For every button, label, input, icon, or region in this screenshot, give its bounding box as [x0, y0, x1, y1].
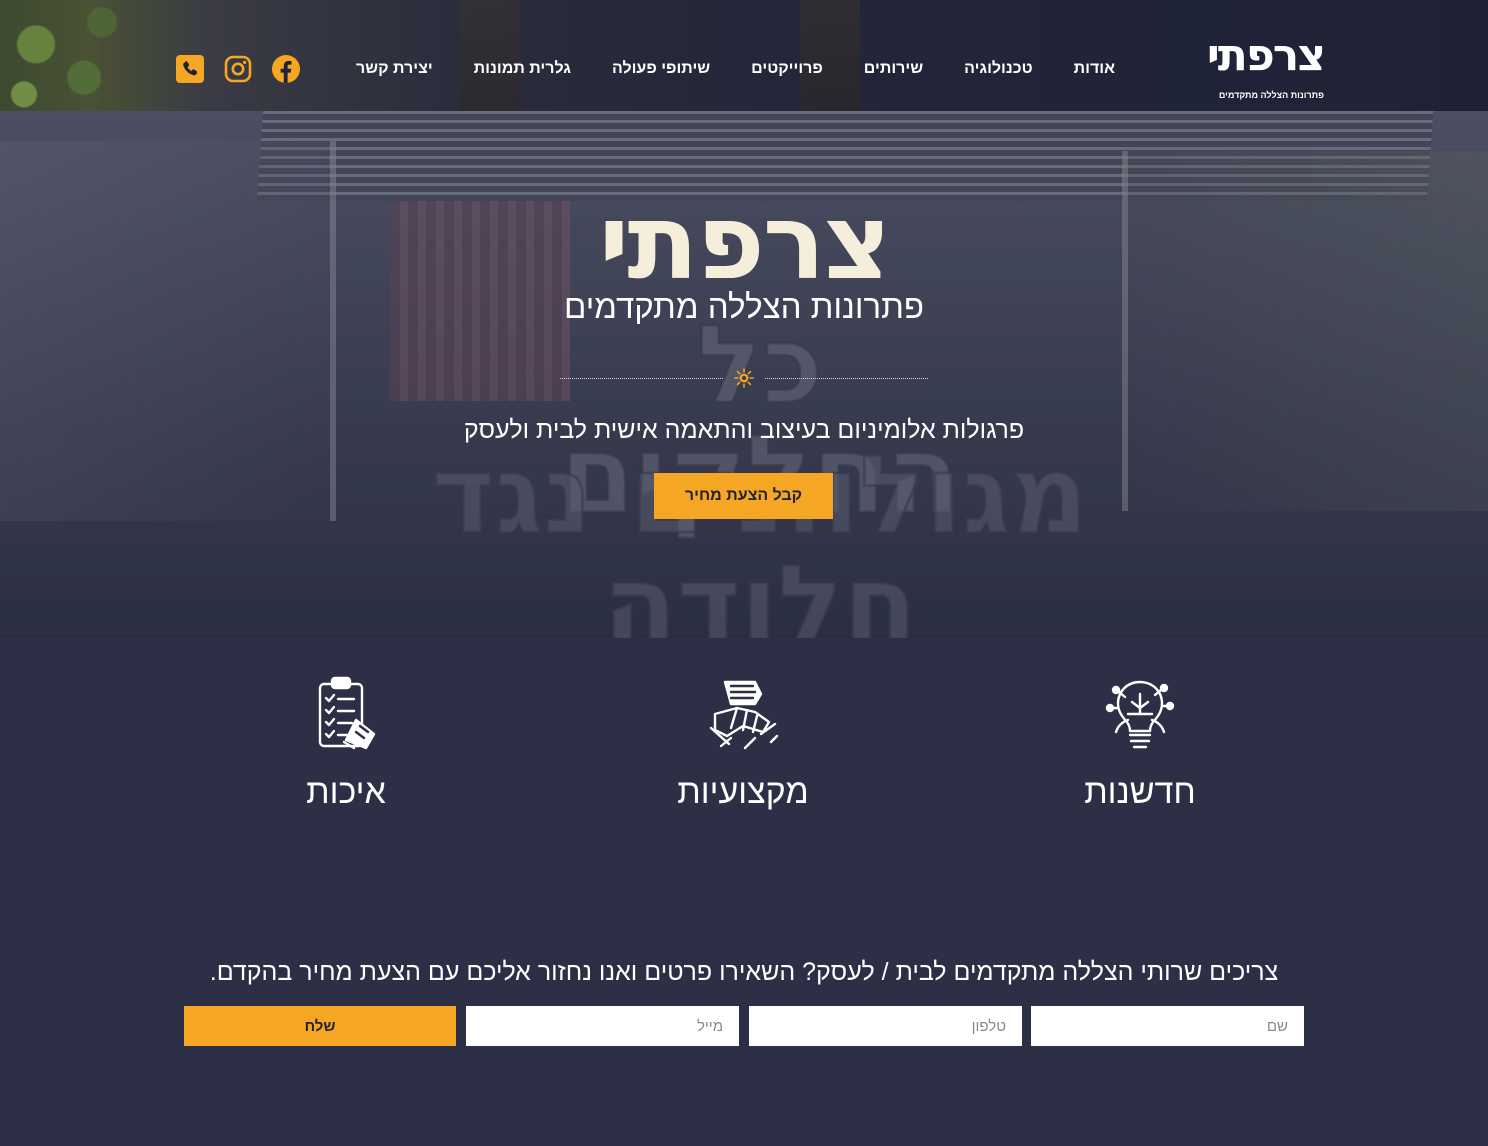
hero-subtitle: פתרונות הצללה מתקדמים: [563, 288, 925, 325]
social-links: [176, 55, 300, 83]
hero-section: כל החלקים מגולוונים נגד חלודה צרפתי פתרו…: [0, 111, 1488, 638]
nav-item-collaborations[interactable]: שיתופי פעולה: [612, 58, 710, 80]
feature-label: מקצועיות: [677, 773, 809, 811]
name-field[interactable]: [1031, 1006, 1304, 1046]
features-section: חדשנות מקצועיות איכות: [0, 638, 1488, 898]
hero-description: פרגולות אלומיניום בעיצוב והתאמה אישית לב…: [463, 416, 1025, 444]
site-logo[interactable]: צרפתי פתרונות הצללה מתקדמים: [1207, 30, 1326, 104]
feature-professionalism: מקצועיות: [613, 672, 873, 812]
phone-icon: [176, 55, 204, 83]
site-header: צרפתי פתרונות הצללה מתקדמים אודות טכנולו…: [0, 0, 1488, 111]
phone-link[interactable]: [176, 55, 204, 83]
divider-line: [560, 378, 723, 379]
send-button[interactable]: שלח: [184, 1006, 456, 1046]
handshake-icon: [709, 680, 779, 750]
header-foliage-decoration: [0, 0, 120, 111]
phone-field[interactable]: [749, 1006, 1022, 1046]
facebook-icon: [272, 55, 300, 83]
feature-quality: איכות: [216, 672, 476, 812]
contact-form: שלח: [184, 1006, 1304, 1046]
header-beam-decoration: [460, 0, 520, 111]
hero-title: צרפתי: [598, 181, 892, 303]
nav-item-technology[interactable]: טכנולוגיה: [964, 58, 1033, 80]
header-beam-decoration: [800, 0, 860, 111]
nav-item-contact[interactable]: יצירת קשר: [356, 58, 433, 80]
instagram-icon: [224, 55, 252, 83]
nav-item-gallery[interactable]: גלרית תמונות: [474, 58, 571, 80]
nav-item-projects[interactable]: פרוייקטים: [751, 58, 823, 80]
nav-item-services[interactable]: שירותים: [864, 58, 923, 80]
hero-divider: [560, 368, 928, 388]
instagram-link[interactable]: [224, 55, 252, 83]
nav-item-about[interactable]: אודות: [1074, 58, 1115, 80]
logo-tagline: פתרונות הצללה מתקדמים: [1218, 90, 1324, 100]
contact-heading: צריכים שרותי הצללה מתקדמים לבית / לעסק? …: [209, 958, 1279, 986]
feature-label: איכות: [306, 773, 386, 811]
main-nav: אודות טכנולוגיה שירותים פרוייקטים שיתופי…: [315, 58, 1115, 80]
get-quote-button[interactable]: קבל הצעת מחיר: [654, 473, 833, 519]
feature-label: חדשנות: [1084, 773, 1196, 811]
logo-text: צרפתי: [1206, 30, 1326, 81]
sun-icon: [734, 368, 754, 388]
checklist-icon: [318, 676, 376, 750]
email-field[interactable]: [466, 1006, 739, 1046]
facebook-link[interactable]: [272, 55, 300, 83]
divider-line: [765, 378, 928, 379]
feature-innovation: חדשנות: [1010, 672, 1270, 812]
lightbulb-icon: [1105, 680, 1175, 749]
